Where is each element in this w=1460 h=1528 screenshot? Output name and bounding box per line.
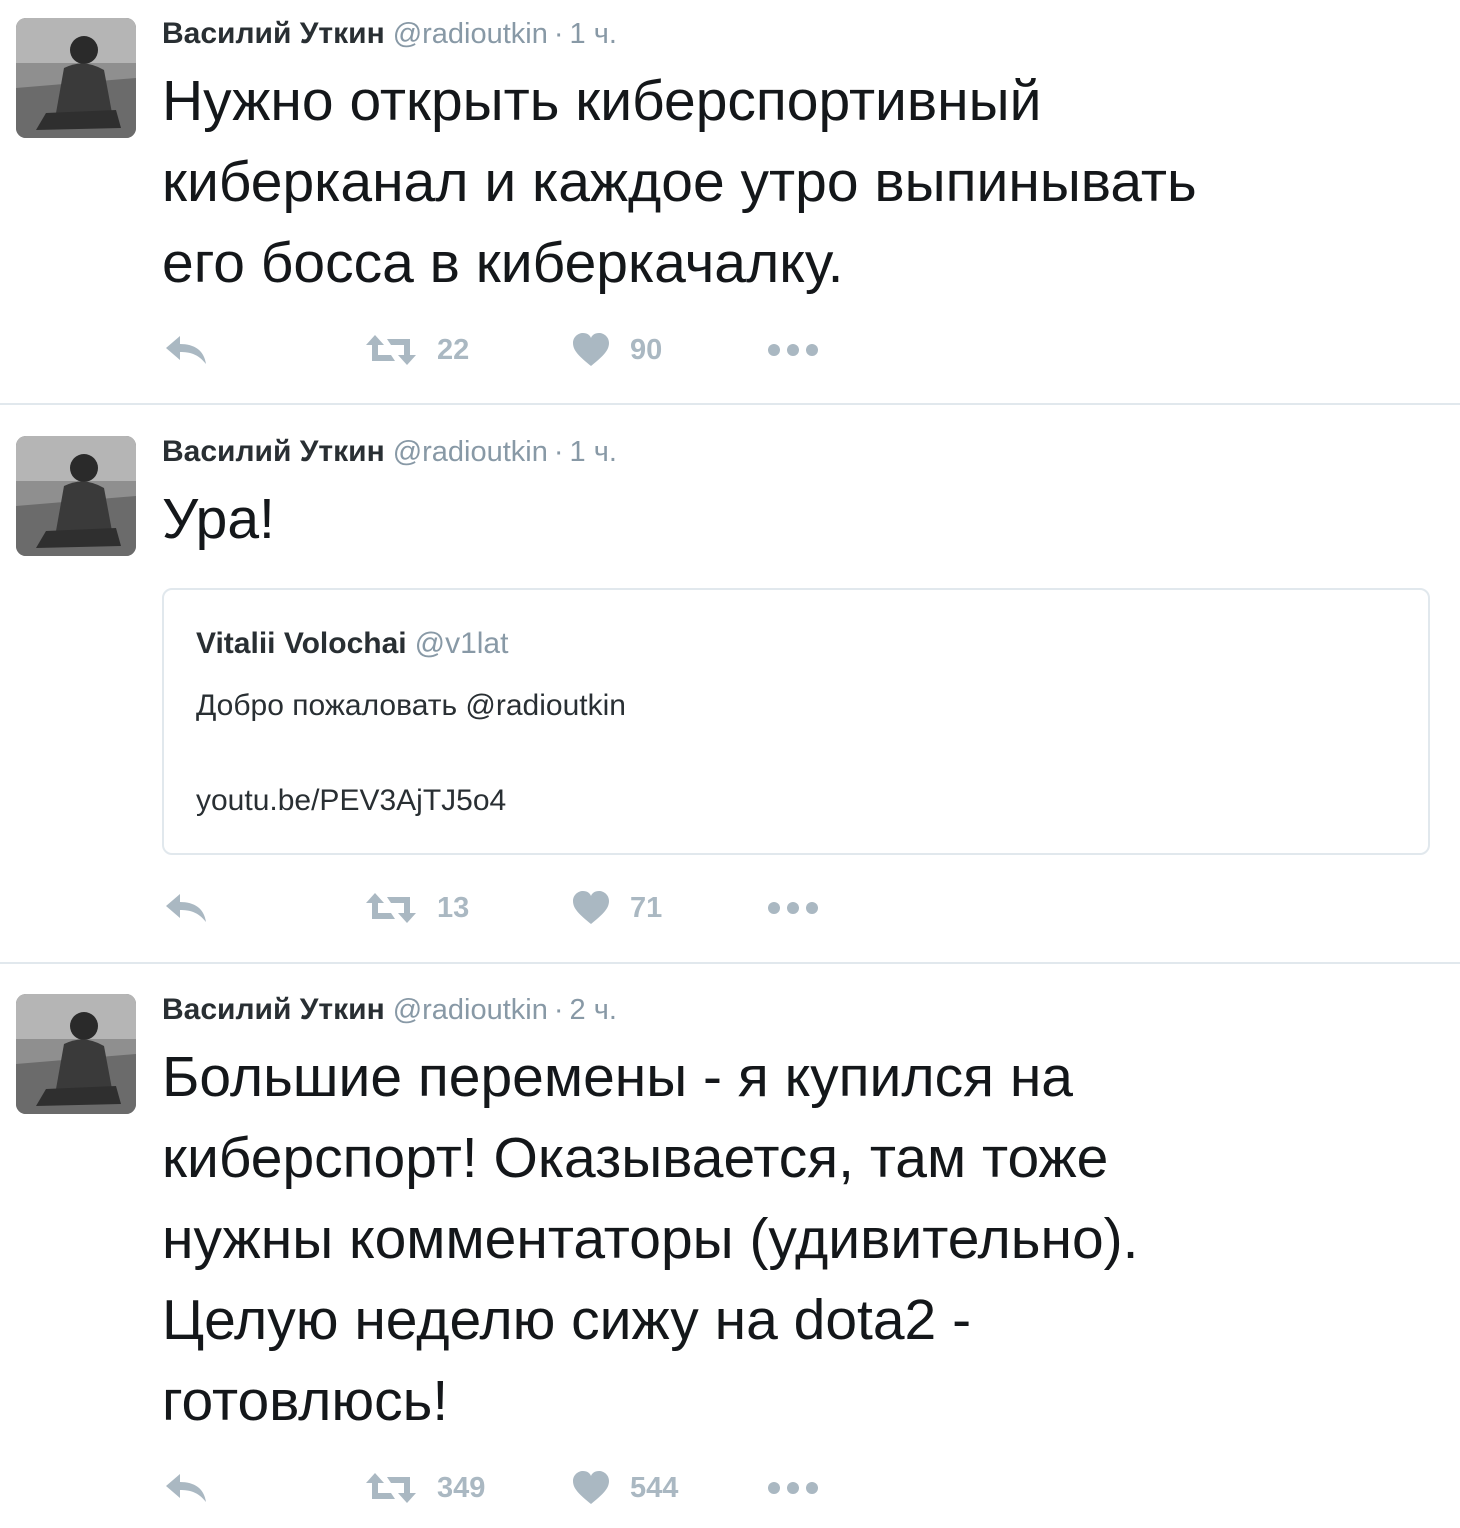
separator: · [553,18,564,50]
more-button[interactable] [767,883,819,933]
quoted-tweet[interactable]: Vitalii Volochai @v1lat Добро пожаловать … [162,588,1430,855]
timestamp[interactable]: 1 ч. [570,436,617,468]
quoted-author-name: Vitalii Volochai [196,627,407,660]
retweet-icon [365,1471,417,1505]
more-button[interactable] [767,1463,819,1513]
tweet-header: Василий Уткин @radioutkin · 1 ч. [162,14,617,54]
quoted-tweet-text: Добро пожаловать @radioutkin [196,689,626,722]
tweet-actions: 13 71 [162,883,862,933]
tweet[interactable]: Василий Уткин @radioutkin · 2 ч. Большие пе… [0,963,1460,1528]
avatar[interactable] [16,994,136,1114]
quoted-tweet-header: Vitalii Volochai @v1lat [196,624,508,664]
like-count: 71 [630,891,663,924]
tweet[interactable]: Василий Уткин @radioutkin · 1 ч. Нужно откр… [0,0,1460,404]
reply-icon [164,334,208,366]
reply-icon [164,1472,208,1504]
author-name[interactable]: Василий Уткин [162,993,385,1026]
tweet-timeline: Василий Уткин @radioutkin · 1 ч. Нужно откр… [0,0,1460,1528]
more-icon [767,343,819,357]
like-button[interactable]: 71 [572,883,662,933]
like-count: 544 [630,1471,679,1504]
heart-icon [572,1471,610,1505]
separator: · [553,994,564,1026]
avatar[interactable] [16,436,136,556]
separator: · [553,436,564,468]
quoted-author-handle: @v1lat [414,627,509,660]
more-icon [767,901,819,915]
tweet-text: Большие перемены - я купился на киберспо… [162,1045,1139,1433]
retweet-button[interactable]: 13 [365,883,469,933]
timestamp[interactable]: 2 ч. [570,994,617,1026]
author-handle[interactable]: @radioutkin [393,994,548,1026]
retweet-count: 22 [437,333,470,366]
retweet-button[interactable]: 349 [365,1463,485,1513]
more-button[interactable] [767,325,819,375]
retweet-count: 13 [437,891,470,924]
tweet-text: Ура! [162,487,275,551]
avatar[interactable] [16,18,136,138]
author-name[interactable]: Василий Уткин [162,435,385,468]
like-button[interactable]: 90 [572,325,662,375]
retweet-icon [365,333,417,367]
reply-button[interactable] [164,1463,208,1513]
reply-icon [164,892,208,924]
author-name[interactable]: Василий Уткин [162,17,385,50]
heart-icon [572,891,610,925]
heart-icon [572,333,610,367]
author-handle[interactable]: @radioutkin [393,18,548,50]
retweet-count: 349 [437,1471,486,1504]
like-button[interactable]: 544 [572,1463,678,1513]
timestamp[interactable]: 1 ч. [570,18,617,50]
reply-button[interactable] [164,883,208,933]
like-count: 90 [630,333,663,366]
tweet[interactable]: Василий Уткин @radioutkin · 1 ч. Ура! Vital… [0,405,1460,962]
author-handle[interactable]: @radioutkin [393,436,548,468]
tweet-header: Василий Уткин @radioutkin · 1 ч. [162,432,617,472]
tweet-text: Нужно открыть киберспортивный киберканал… [162,69,1197,295]
tweet-actions: 349 544 [162,1463,862,1513]
retweet-icon [365,891,417,925]
more-icon [767,1481,819,1495]
reply-button[interactable] [164,325,208,375]
retweet-button[interactable]: 22 [365,325,469,375]
tweet-actions: 22 90 [162,325,862,375]
quoted-tweet-link[interactable]: youtu.be/PEV3AjTJ5o4 [196,781,506,821]
tweet-header: Василий Уткин @radioutkin · 2 ч. [162,990,617,1030]
